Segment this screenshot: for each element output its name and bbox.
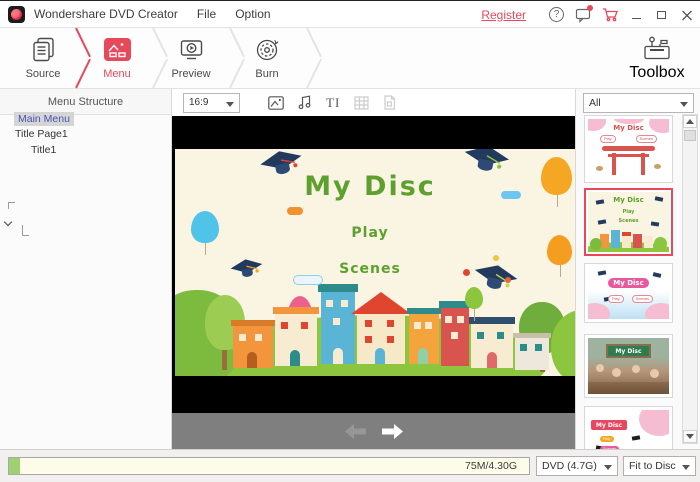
apply-to-all-icon-disabled [383,95,396,110]
disc-type-select[interactable]: DVD (4.7G) [536,456,618,476]
tree-item-title1[interactable]: Title1 [31,144,56,156]
capacity-fill [9,458,20,474]
register-link[interactable]: Register [481,8,526,22]
artwork-house [273,307,319,366]
tab-menu-label: Menu [103,68,131,80]
template-thumbnail-graduation-town[interactable]: My Disc Play Scenes [584,188,673,256]
tab-preview[interactable]: Preview [156,34,226,80]
template-filter-select[interactable]: All [583,93,694,113]
confetti [287,207,303,215]
close-button[interactable] [680,7,694,23]
menu-file[interactable]: File [197,7,216,21]
app-title: Wondershare DVD Creator [34,7,178,21]
tab-toolbox-label: Toolbox [629,64,685,81]
template-thumbnail-sakura-torii[interactable]: My Disc Play Scenes [584,115,673,183]
artwork-house [407,308,441,364]
disc-type-value: DVD (4.7G) [542,460,597,472]
fit-mode-value: Fit to Disc [629,460,676,472]
background-image-icon[interactable] [268,95,284,110]
caret-down-icon [682,465,690,470]
frame-tool-icon-disabled [354,95,369,110]
scroll-down-button[interactable] [683,430,697,443]
artwork-house [231,320,275,368]
disc-menu-title[interactable]: My Disc [175,171,565,202]
template-mini-scenes: Scenes [635,135,657,143]
stage-toolbar: 16:9 TI [172,89,575,116]
cart-icon[interactable] [602,7,619,22]
template-mini-scenes: Scenes [631,295,653,303]
artwork-house [439,301,471,366]
background-music-icon[interactable] [298,95,312,110]
caret-down-icon [226,101,234,107]
tab-toolbox[interactable]: Toolbox [626,34,688,82]
tree-connector [22,225,29,236]
scroll-up-button[interactable] [683,115,697,128]
feedback-icon[interactable] [575,4,593,23]
template-mini-play: Play [600,436,614,442]
text-tool-icon[interactable]: TI [326,95,340,111]
maximize-button[interactable] [655,7,669,23]
minimize-button[interactable] [630,7,644,23]
next-page-arrow[interactable] [381,423,403,439]
disc-menu-play-button[interactable]: Play [175,225,565,241]
caret-down-icon [604,465,612,470]
preview-page-navbar [172,413,575,449]
workflow-tabbar: Source Menu Preview Burn Toolbox [0,27,700,89]
template-thumbnail-classroom[interactable]: My Disc [584,334,673,398]
template-panel: All My Disc Play Scenes My Disc Play Sce… [575,89,700,449]
prev-page-arrow [344,423,367,439]
menu-option[interactable]: Option [235,7,270,21]
aspect-ratio-value: 16:9 [189,97,209,108]
titlebar: Wondershare DVD Creator File Option Regi… [0,1,700,28]
chevron-down-icon[interactable] [3,217,13,227]
tab-menu[interactable]: Menu [82,34,152,80]
capacity-bar: 75M/4.30G DVD (4.7G) Fit to Disc [0,449,700,482]
template-title: My Disc [588,278,669,288]
template-list: My Disc Play Scenes My Disc Play Scenes [576,115,681,449]
menu-preview-canvas[interactable]: My Disc Play Scenes [175,149,575,376]
tab-preview-label: Preview [171,68,211,80]
template-title: My Disc [591,420,627,430]
template-thumbnail-sakura-white[interactable]: My Disc Play Scenes [584,406,673,449]
menu-icon [82,34,152,64]
burn-icon [232,34,302,64]
chevron-divider [299,27,322,89]
template-scrollbar[interactable] [682,114,698,444]
artwork-house [318,284,358,364]
menu-preview-stage: My Disc Play Scenes [172,116,575,449]
tree-connector [8,202,15,209]
disc-menu-scenes-button[interactable]: Scenes [175,261,565,277]
confetti [505,277,511,283]
template-title: My Disc [606,344,651,358]
caret-down-icon [680,102,688,107]
scrollbar-thumb[interactable] [684,130,696,141]
artwork-house [469,317,515,368]
artwork-house-red-roof [351,292,411,364]
balloon-icon [465,287,483,321]
fit-mode-select[interactable]: Fit to Disc [623,456,696,476]
toolbox-icon [626,34,688,64]
template-thumbnail-sakura-sky[interactable]: My Disc Play Scenes [584,263,673,323]
tab-burn-label: Burn [255,68,279,80]
tab-burn[interactable]: Burn [232,34,302,80]
template-filter-value: All [589,97,601,109]
capacity-label: 75M/4.30G [465,460,517,472]
titlebar-controls: Register ? [481,1,694,28]
artwork-house [513,333,551,370]
preview-icon [156,34,226,64]
tree-item-title-page1[interactable]: Title Page1 [15,128,68,140]
tree-item-main-menu[interactable]: Main Menu [14,112,74,126]
template-mini-play: Play [608,295,624,303]
template-mini-play: Play [622,209,635,215]
app-logo-icon [8,5,25,23]
app-window: Wondershare DVD Creator File Option Regi… [0,0,700,482]
help-icon[interactable]: ? [549,7,564,22]
disc-capacity-progressbar: 75M/4.30G [8,457,530,475]
aspect-ratio-select[interactable]: 16:9 [183,92,240,113]
menu-structure-panel: Menu Structure Main Menu Title Page1 Tit… [0,89,172,449]
template-title: My Disc [613,124,644,132]
template-mini-play: Play [600,135,616,143]
